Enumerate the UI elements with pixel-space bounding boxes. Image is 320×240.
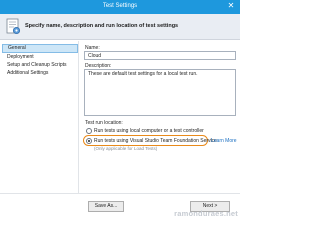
description-field[interactable]: These are default test settings for a lo…: [84, 69, 236, 116]
window-title: Test Settings: [102, 3, 138, 9]
load-test-hint: (Only applicable for Load Tests): [94, 146, 158, 151]
run-location-label: Test run location:: [85, 120, 123, 126]
wizard-header: Specify name, description and run locati…: [0, 14, 240, 40]
cloud-run-option-label: Run tests using Visual Studio Team Found…: [94, 138, 217, 144]
header-text: Specify name, description and run locati…: [25, 23, 179, 29]
save-as-button[interactable]: Save As...: [88, 201, 124, 212]
learn-more-link[interactable]: Learn More: [211, 138, 237, 144]
watermark: ramonduraes.net: [174, 209, 238, 218]
cloud-run-radio[interactable]: [86, 138, 92, 144]
local-run-option-label: Run tests using local computer or a test…: [94, 128, 204, 134]
close-icon[interactable]: ✕: [225, 1, 237, 11]
name-field[interactable]: Cloud: [84, 51, 236, 60]
settings-document-icon: [6, 18, 21, 35]
local-run-radio[interactable]: [86, 128, 92, 134]
title-bar: Test Settings ✕: [0, 0, 240, 14]
sidebar-item-additional-settings[interactable]: Additional Settings: [2, 69, 78, 78]
sidebar-item-general[interactable]: General: [2, 44, 78, 53]
dialog-footer: Save As... Next > ramonduraes.net: [0, 193, 240, 219]
